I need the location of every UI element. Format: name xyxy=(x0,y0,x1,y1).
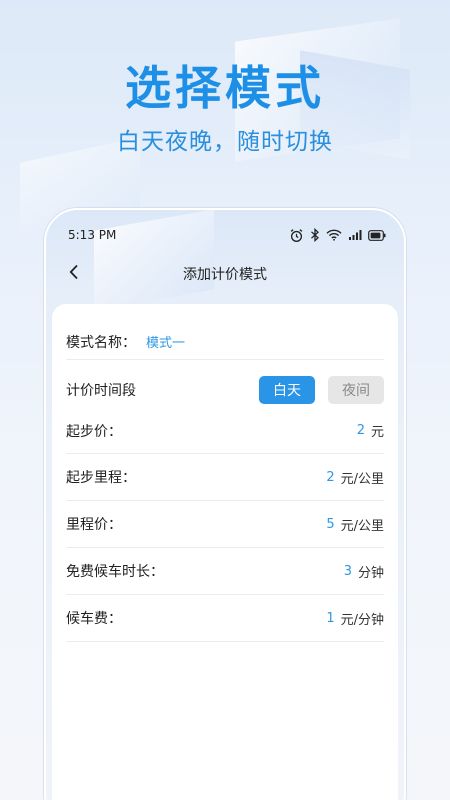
alarm-icon xyxy=(289,228,304,243)
wait-fee-row[interactable]: 候车费： 1 元/分钟 xyxy=(66,595,384,642)
wait-fee-label: 候车费： xyxy=(66,611,122,627)
promo-headline: 选择模式 xyxy=(125,61,325,115)
mode-name-label: 模式名称： xyxy=(66,334,136,351)
mode-name-input[interactable]: 模式一 xyxy=(146,332,185,351)
wait-fee-unit: 元/分钟 xyxy=(340,612,384,628)
promo-subline: 白天夜晚，随时切换 xyxy=(117,129,333,155)
mode-name-row[interactable]: 模式名称： 模式一 xyxy=(66,324,384,360)
period-toggle: 白天 夜间 xyxy=(259,376,384,404)
pricing-period-row: 计价时间段 白天 夜间 xyxy=(66,374,384,406)
day-option-button[interactable]: 白天 xyxy=(259,376,315,404)
start-price-value[interactable]: 2 xyxy=(357,423,365,438)
free-wait-value[interactable]: 3 xyxy=(344,564,352,579)
status-bar: 5:13 PM xyxy=(46,224,404,246)
wait-fee-value[interactable]: 1 xyxy=(326,611,334,626)
form-card: 模式名称： 模式一 计价时间段 白天 夜间 起步价： 2元 起步里程： 2 元/公… xyxy=(52,304,398,800)
bluetooth-icon xyxy=(310,228,320,242)
start-price-label: 起步价： xyxy=(66,423,122,440)
nav-bar: 添加计价模式 xyxy=(46,260,404,288)
start-distance-unit: 元/公里 xyxy=(340,471,384,487)
back-button[interactable] xyxy=(62,262,86,286)
phone-mockup: 5:13 PM 添加计价模式 模式名称： 模式一 计价时间段 白天 夜间 起步价… xyxy=(44,208,406,800)
status-icons xyxy=(289,228,386,243)
start-price-row[interactable]: 起步价： 2元 xyxy=(66,408,384,454)
status-time: 5:13 PM xyxy=(68,228,117,242)
night-option-button[interactable]: 夜间 xyxy=(328,376,384,404)
chevron-left-icon xyxy=(68,264,80,284)
start-distance-row[interactable]: 起步里程： 2 元/公里 xyxy=(66,454,384,501)
page-title: 添加计价模式 xyxy=(183,267,267,283)
mileage-price-row[interactable]: 里程价： 5 元/公里 xyxy=(66,501,384,548)
free-wait-row[interactable]: 免费候车时长： 3 分钟 xyxy=(66,548,384,595)
mileage-price-label: 里程价： xyxy=(66,517,122,533)
mileage-price-unit: 元/公里 xyxy=(340,518,384,534)
mileage-price-value[interactable]: 5 xyxy=(326,517,334,532)
pricing-period-label: 计价时间段 xyxy=(66,383,136,399)
wifi-icon xyxy=(326,229,342,241)
free-wait-unit: 分钟 xyxy=(357,565,384,581)
battery-icon xyxy=(368,229,386,241)
start-price-unit: 元 xyxy=(370,425,384,440)
free-wait-label: 免费候车时长： xyxy=(66,564,164,580)
start-distance-value[interactable]: 2 xyxy=(326,470,334,485)
start-distance-label: 起步里程： xyxy=(66,470,136,486)
signal-icon xyxy=(348,229,362,241)
